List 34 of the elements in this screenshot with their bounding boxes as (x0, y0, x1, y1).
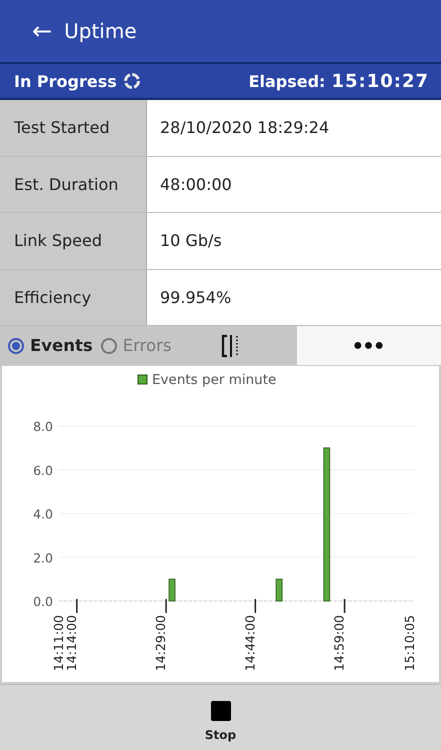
axis-label: 6.0 (33, 462, 53, 478)
chart-bar (168, 578, 176, 602)
screen-title: Uptime (64, 19, 137, 43)
axis-label: 14:59:00 (332, 615, 347, 672)
spinner-icon (122, 72, 141, 90)
axis-label: 15:10:05 (402, 615, 417, 672)
axis-label: 14:11:00 (51, 615, 66, 672)
radio-icon (8, 338, 24, 354)
axis-label: 0.0 (33, 594, 53, 609)
back-button[interactable]: ← (28, 17, 56, 45)
elapsed-time: 15:10:27 (331, 70, 429, 92)
axis-label: 8.0 (33, 419, 53, 434)
more-button[interactable]: ●●● (297, 326, 441, 365)
axis-label: 14:44:00 (242, 615, 258, 672)
radio-option[interactable]: Events (8, 336, 99, 355)
radio-icon (100, 338, 117, 354)
axis-label: 2.0 (33, 550, 53, 566)
table-cell-text: 10 Gb/s (159, 230, 223, 252)
table-cell: Link Speed (0, 213, 147, 268)
chart-legend: Events per minute (138, 372, 276, 388)
table-cell: Test Started (0, 100, 147, 156)
test-status: In Progress (14, 72, 117, 90)
axis-label: 4.0 (33, 506, 53, 522)
table-cell: Est. Duration (0, 156, 147, 212)
chart-bar (276, 578, 283, 602)
table-cell-text: 48:00:00 (159, 174, 233, 196)
stop-button[interactable]: Stop (198, 692, 242, 742)
elapsed-label: Elapsed: (248, 72, 326, 90)
axis-label: 14:14:00 (64, 615, 79, 672)
table-cell-text: 99.954% (159, 286, 232, 309)
stop-icon (210, 700, 230, 720)
table-cell: Efficiency (0, 270, 147, 325)
axis-label: 14:29:00 (153, 615, 168, 672)
table-cell-text: 28/10/2020 18:29:24 (159, 117, 330, 140)
